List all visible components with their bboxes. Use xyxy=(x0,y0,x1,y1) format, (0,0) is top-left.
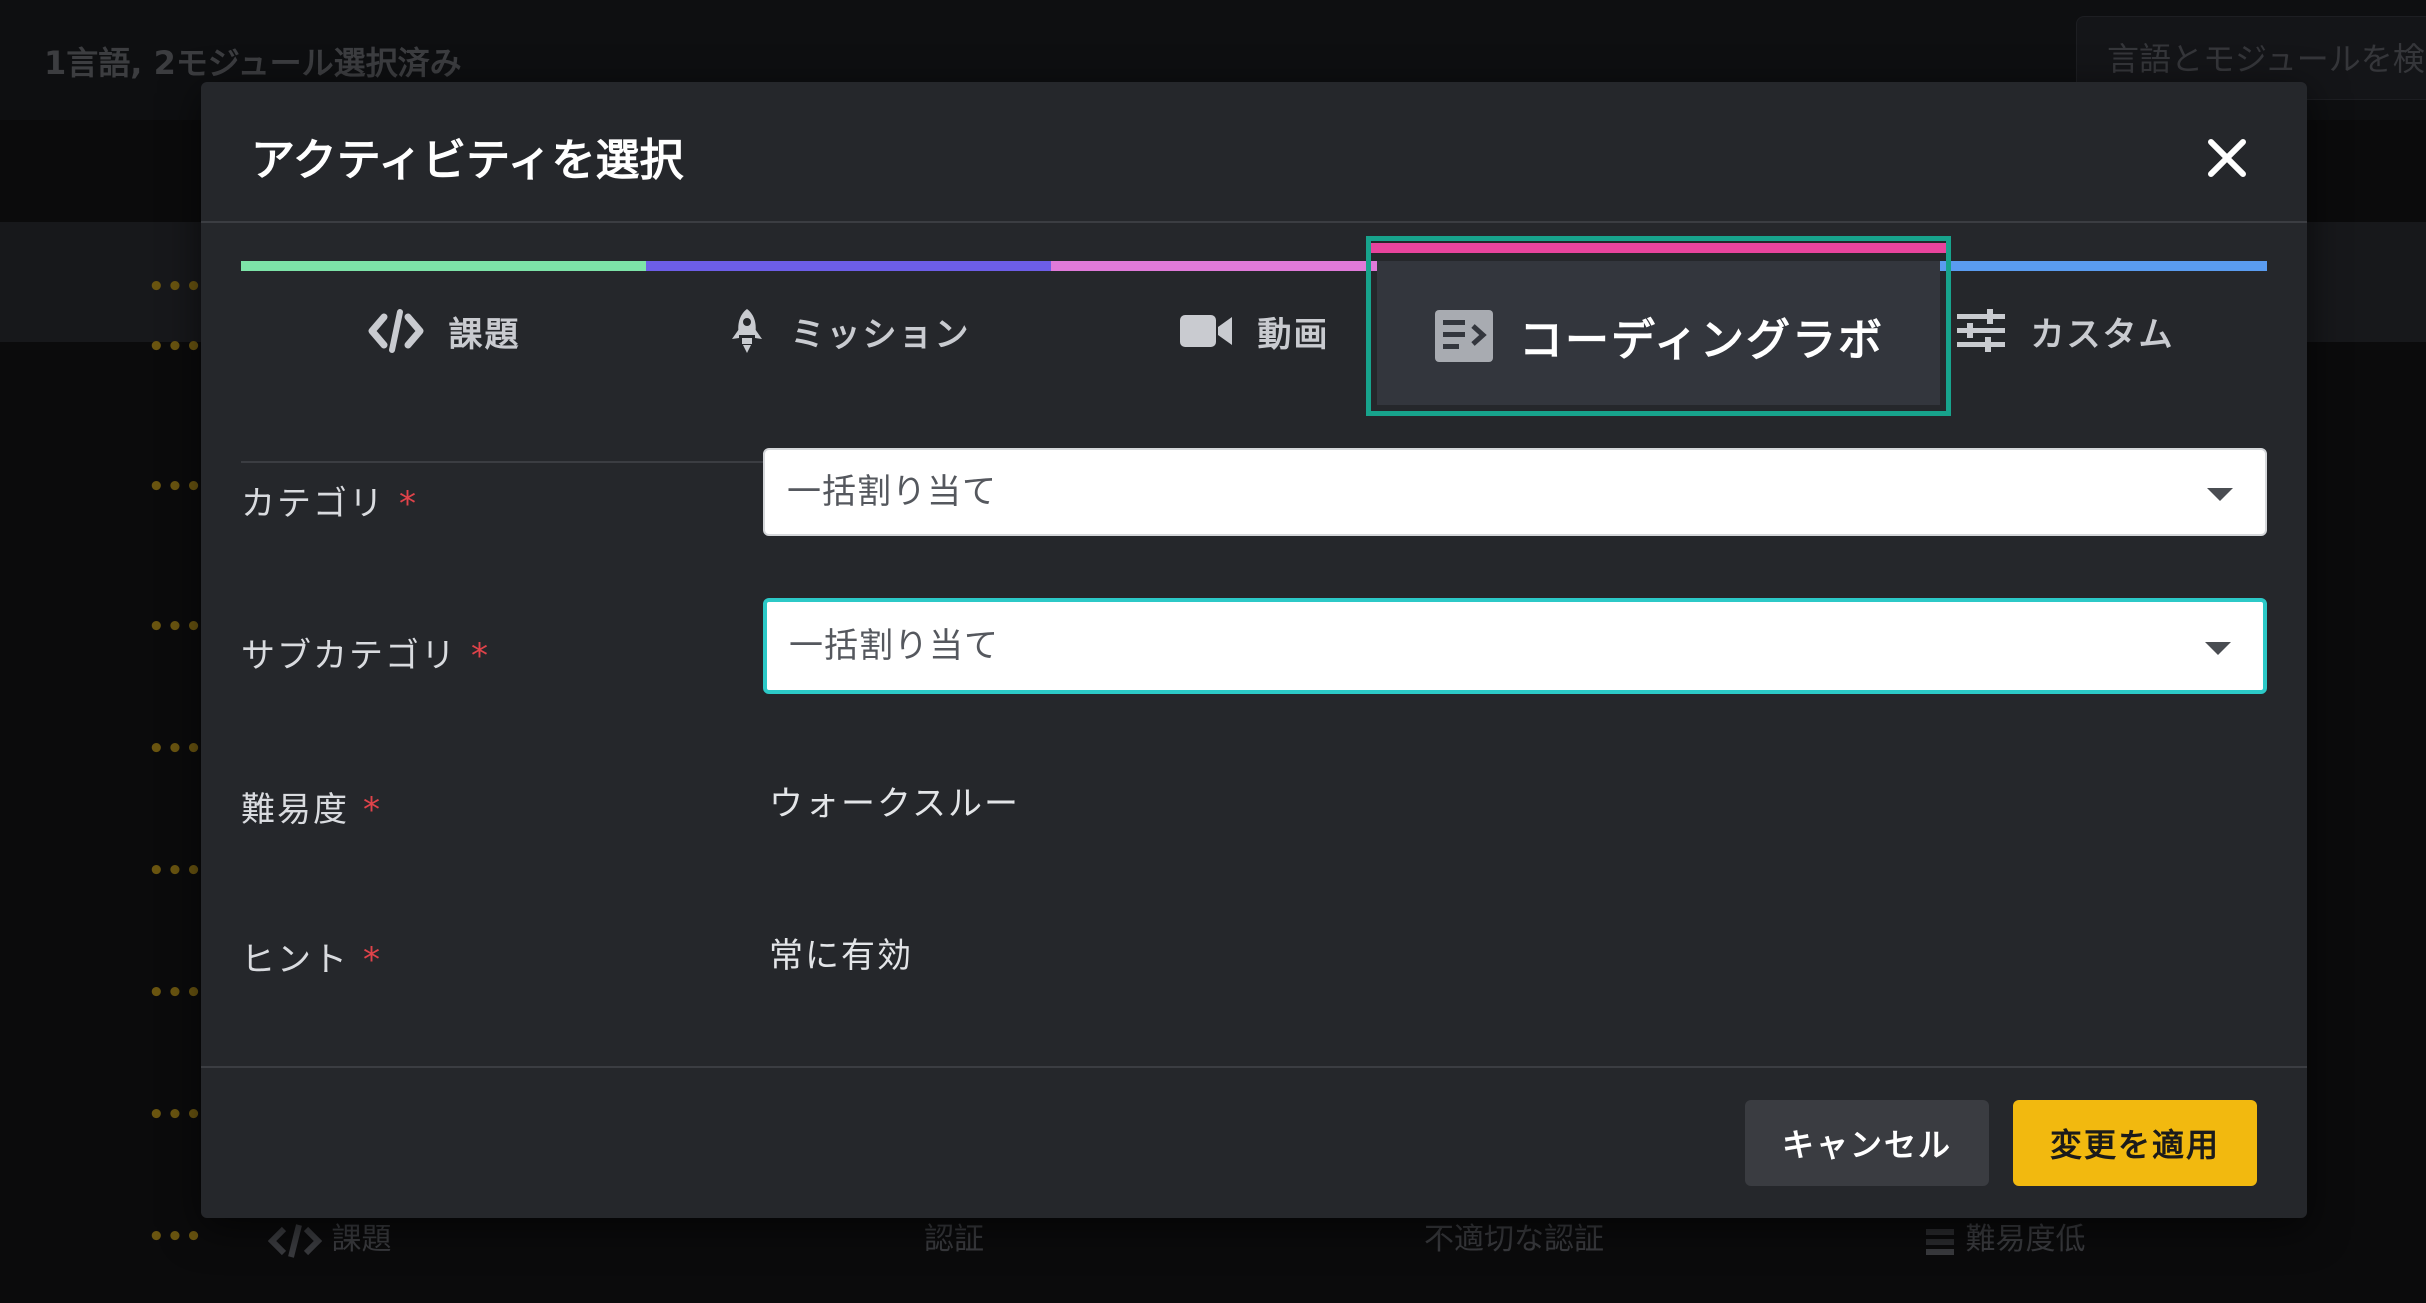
sliders-icon xyxy=(1956,309,2005,352)
difficulty-label: 難易度 * xyxy=(241,782,382,831)
select-activity-dialog: アクティビティを選択 課題 ミッション 動画 カスタム コーディングラボ カテゴ… xyxy=(201,82,2307,1218)
difficulty-icon xyxy=(1926,1228,1954,1255)
row-difficulty-label: 難易度低 xyxy=(1965,1222,2086,1257)
row-menu-icon[interactable]: ••• xyxy=(148,978,204,1008)
row-menu-icon[interactable]: ••• xyxy=(148,272,204,302)
tab-accent-bar xyxy=(241,261,646,271)
chevron-down-icon xyxy=(2207,488,2233,501)
video-camera-icon xyxy=(1179,315,1232,347)
category-label-text: カテゴリ xyxy=(241,484,385,524)
active-tab-content: コーディングラボ xyxy=(1377,261,1940,411)
rocket-icon xyxy=(731,309,762,353)
row-subcategory: 不適切な認証 xyxy=(1424,1222,1604,1257)
row-menu-icon[interactable]: ••• xyxy=(148,472,204,502)
hints-label-text: ヒント xyxy=(241,940,349,980)
tab-accent-bar xyxy=(646,261,1051,271)
subcategory-select-value: 一括割り当て xyxy=(789,626,999,666)
row-menu-icon[interactable]: ••• xyxy=(148,856,204,886)
tab-label: 課題 xyxy=(448,314,521,355)
hints-label: ヒント * xyxy=(241,932,382,981)
required-mark: * xyxy=(363,790,382,830)
apply-changes-button[interactable]: 変更を適用 xyxy=(2013,1100,2257,1186)
required-mark: * xyxy=(363,940,382,980)
subcategory-label-text: サブカテゴリ xyxy=(241,636,457,676)
selection-summary: 1言語, 2モジュール選択済み xyxy=(44,44,462,82)
row-menu-icon[interactable]: ••• xyxy=(148,1100,204,1130)
hints-value: 常に有効 xyxy=(769,936,913,976)
difficulty-label-text: 難易度 xyxy=(241,790,349,830)
code-icon xyxy=(267,1223,323,1258)
row-category: 認証 xyxy=(924,1222,984,1257)
subcategory-label: サブカテゴリ * xyxy=(241,628,490,677)
row-type: 課題 xyxy=(267,1214,392,1258)
coding-lab-icon xyxy=(1435,310,1494,362)
category-label: カテゴリ * xyxy=(241,476,418,525)
tab-label: ミッション xyxy=(790,314,971,355)
chevron-down-icon xyxy=(2205,642,2231,655)
category-select-value: 一括割り当て xyxy=(787,472,997,512)
row-menu-icon[interactable]: ••• xyxy=(148,734,204,764)
tab-coding-lab[interactable]: コーディングラボ xyxy=(1366,236,1951,416)
difficulty-value: ウォークスルー xyxy=(769,784,1020,824)
tab-mission[interactable]: ミッション xyxy=(646,271,1051,391)
subcategory-select[interactable]: 一括割り当て xyxy=(763,598,2267,694)
tab-label: カスタム xyxy=(2030,314,2175,355)
required-mark: * xyxy=(399,484,418,524)
tab-label: コーディングラボ xyxy=(1519,315,1884,366)
tab-label: 動画 xyxy=(1257,314,1330,355)
tab-challenge[interactable]: 課題 xyxy=(241,271,646,391)
code-icon xyxy=(368,309,423,353)
tab-accent-bar xyxy=(1371,243,1946,253)
activity-type-tabs: 課題 ミッション 動画 カスタム xyxy=(241,261,2267,465)
dialog-header: アクティビティを選択 xyxy=(201,82,2307,223)
cancel-button[interactable]: キャンセル xyxy=(1745,1100,1989,1186)
dialog-title: アクティビティを選択 xyxy=(251,135,684,186)
row-difficulty: 難易度低 xyxy=(1924,1214,2086,1257)
row-menu-icon[interactable]: ••• xyxy=(148,1222,204,1252)
row-menu-icon[interactable]: ••• xyxy=(148,612,204,642)
close-icon xyxy=(2208,139,2246,177)
dialog-footer-divider xyxy=(201,1066,2307,1068)
row-type-label: 課題 xyxy=(331,1222,392,1257)
row-menu-icon[interactable]: ••• xyxy=(148,332,204,362)
close-button[interactable] xyxy=(2199,130,2255,186)
required-mark: * xyxy=(471,636,490,676)
category-select[interactable]: 一括割り当て xyxy=(763,448,2267,536)
